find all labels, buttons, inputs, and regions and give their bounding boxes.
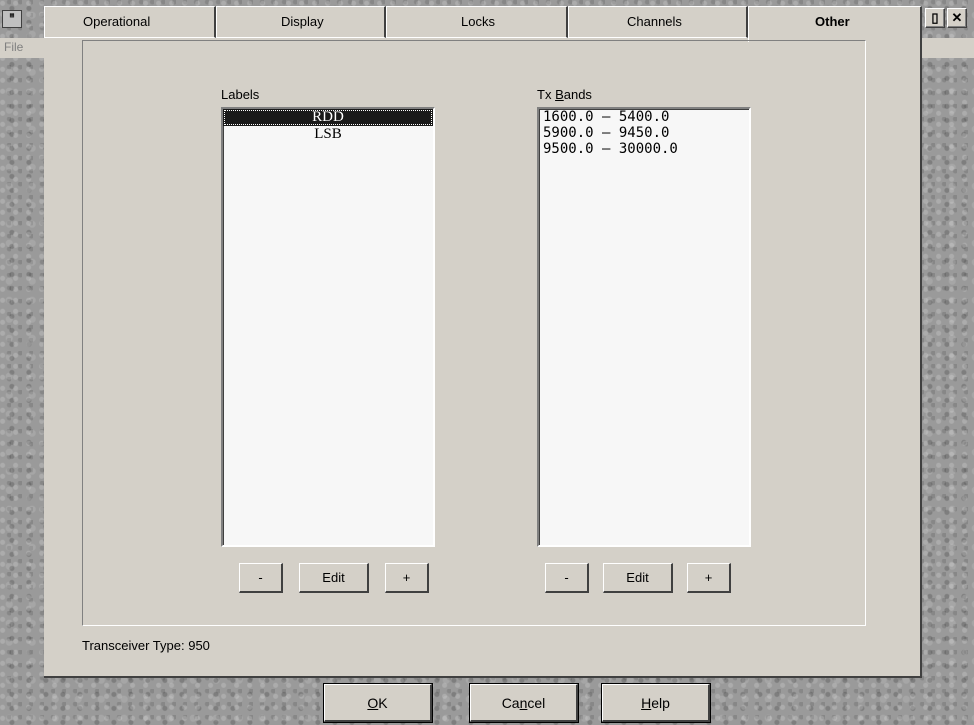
help-button[interactable]: Help <box>602 684 710 722</box>
tx-bands-edit-button[interactable]: Edit <box>603 563 673 593</box>
cancel-button[interactable]: Ca n cel <box>470 684 578 722</box>
transceiver-type-label: Transceiver Type: 950 <box>82 638 210 653</box>
tab-display[interactable]: Display <box>216 6 386 38</box>
help-rest: elp <box>651 694 670 711</box>
list-item[interactable]: 9500.0 – 30000.0 <box>539 141 749 157</box>
tx-bands-title-prefix: Tx <box>537 87 556 102</box>
ok-button[interactable]: OK <box>324 684 432 722</box>
tx-bands-remove-button[interactable]: - <box>545 563 589 593</box>
tx-bands-title-key: B <box>555 87 564 102</box>
tab-label: Operational <box>83 14 151 29</box>
tx-bands-title: Tx Bands <box>537 87 592 102</box>
list-item[interactable]: LSB <box>223 126 433 143</box>
cancel-pre: Ca <box>501 694 520 711</box>
labels-title: Labels <box>221 87 260 102</box>
settings-dialog: Operational Display Locks Channels Other… <box>44 6 922 678</box>
close-icon[interactable]: ✕ <box>947 8 967 28</box>
tab-label: Channels <box>627 14 682 29</box>
list-item[interactable]: RDD <box>223 109 433 126</box>
tab-label: Locks <box>461 14 495 29</box>
labels-add-button[interactable]: + <box>385 563 429 593</box>
list-item[interactable]: 5900.0 – 9450.0 <box>539 125 749 141</box>
list-item[interactable]: 1600.0 – 5400.0 <box>539 109 749 125</box>
labels-listbox[interactable]: RDD LSB <box>221 107 435 547</box>
maximize-icon[interactable]: ▯ <box>925 8 945 28</box>
tab-panel-other: Labels RDD LSB - Edit + Tx Bands 1600.0 … <box>82 40 866 626</box>
cancel-rest: cel <box>527 694 546 711</box>
help-key: H <box>641 694 652 711</box>
tx-bands-listbox[interactable]: 1600.0 – 5400.0 5900.0 – 9450.0 9500.0 –… <box>537 107 751 547</box>
labels-edit-button[interactable]: Edit <box>299 563 369 593</box>
tx-bands-title-rest: ands <box>563 87 592 102</box>
menu-file[interactable]: File <box>4 40 23 54</box>
cancel-key: n <box>519 694 528 711</box>
tab-label: Display <box>281 14 324 29</box>
tab-strip: Operational Display Locks Channels Other <box>44 6 922 42</box>
app-icon[interactable]: ▦ <box>2 10 22 28</box>
app-menubar-right <box>922 38 974 58</box>
tab-operational[interactable]: Operational <box>44 6 216 38</box>
tab-channels[interactable]: Channels <box>568 6 748 38</box>
tab-locks[interactable]: Locks <box>386 6 568 38</box>
tab-label: Other <box>815 14 850 29</box>
tx-bands-add-button[interactable]: + <box>687 563 731 593</box>
tab-other[interactable]: Other <box>748 6 922 42</box>
labels-remove-button[interactable]: - <box>239 563 283 593</box>
ok-key: O <box>367 694 379 711</box>
ok-rest: K <box>378 694 388 711</box>
window-controls: ▯ ✕ <box>925 8 967 28</box>
